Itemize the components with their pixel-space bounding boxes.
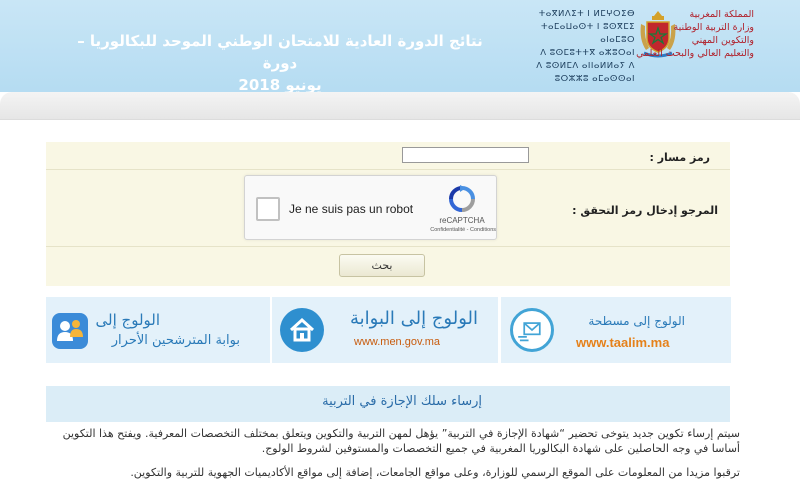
captcha-label: المرجو إدخال رمز التحقق : xyxy=(572,204,718,217)
news-paragraph: سيتم إرساء تكوين جديد يتوخى تحضير “شهادة… xyxy=(62,427,740,455)
nav-strip xyxy=(0,92,800,120)
ministry-ar-line: والتكوين المهني xyxy=(691,35,754,46)
recaptcha-logo-icon xyxy=(449,185,475,212)
massar-code-input[interactable] xyxy=(402,147,529,163)
news-body: سيتم إرساء تكوين جديد يتوخى تحضير “شهادة… xyxy=(40,426,740,489)
news-title[interactable]: إرساء سلك الإجازة في التربية xyxy=(322,394,482,409)
ministry-ar-line: والتعليم العالي والبحث العلمي xyxy=(636,48,754,59)
page-title-line1: نتائج الدورة العادية للامتحان الوطني الم… xyxy=(77,32,483,72)
news-header: إرساء سلك الإجازة في التربية xyxy=(46,386,730,422)
home-icon xyxy=(280,308,324,352)
divider xyxy=(46,169,730,170)
taalim-portal-banner[interactable]: الولوج إلى مسطحة www.taalim.ma xyxy=(501,297,731,363)
site-header: نتائج الدورة العادية للامتحان الوطني الم… xyxy=(0,0,800,94)
recaptcha-widget: Je ne suis pas un robot reCAPTCHA Confid… xyxy=(244,175,497,240)
recaptcha-label: Je ne suis pas un robot xyxy=(289,202,414,216)
result-search-form: رمز مسار : المرجو إدخال رمز التحقق : Je … xyxy=(46,142,730,286)
envelope-icon xyxy=(510,308,554,352)
ministry-tz-line: ⴷ ⵓⵙⵍⵎⴷ ⴰⵏⵏⴰⵍⵍⴰⵢ ⴷ ⵓⵔⵣⵣⵓ ⴰⵎⴰⵙⵙⴰⵏ xyxy=(536,61,635,84)
page-title: نتائج الدورة العادية للامتحان الوطني الم… xyxy=(60,30,500,96)
free-banner-title: الولوج إلى xyxy=(95,311,161,329)
ministry-name-arabic: المملكة المغربية وزارة التربية الوطنية و… xyxy=(604,8,754,60)
recaptcha-terms-link[interactable]: Confidentialité - Conditions xyxy=(401,227,496,233)
men-banner-url: www.men.gov.ma xyxy=(354,336,440,348)
men-banner-title: الولوج إلى البوابة xyxy=(350,308,478,329)
men-portal-banner[interactable]: الولوج إلى البوابة www.men.gov.ma xyxy=(272,297,498,363)
recaptcha-checkbox[interactable] xyxy=(256,197,280,221)
users-icon xyxy=(52,313,88,349)
ministry-ar-line: المملكة المغربية xyxy=(689,9,754,20)
free-banner-subtitle: بوابة المترشحين الأحرار xyxy=(111,333,240,348)
free-candidates-banner[interactable]: الولوج إلى بوابة المترشحين الأحرار xyxy=(46,297,270,363)
divider xyxy=(46,246,730,247)
search-button[interactable]: بحث xyxy=(339,254,425,277)
taalim-banner-url: www.taalim.ma xyxy=(576,335,670,350)
massar-code-label: رمز مسار : xyxy=(649,151,710,164)
taalim-banner-title: الولوج إلى مسطحة xyxy=(588,314,685,328)
recaptcha-brand: reCAPTCHA xyxy=(439,216,485,225)
ministry-ar-line: وزارة التربية الوطنية xyxy=(673,22,755,33)
news-paragraph: ترقبوا مزيدا من المعلومات على الموقع الر… xyxy=(130,466,740,479)
